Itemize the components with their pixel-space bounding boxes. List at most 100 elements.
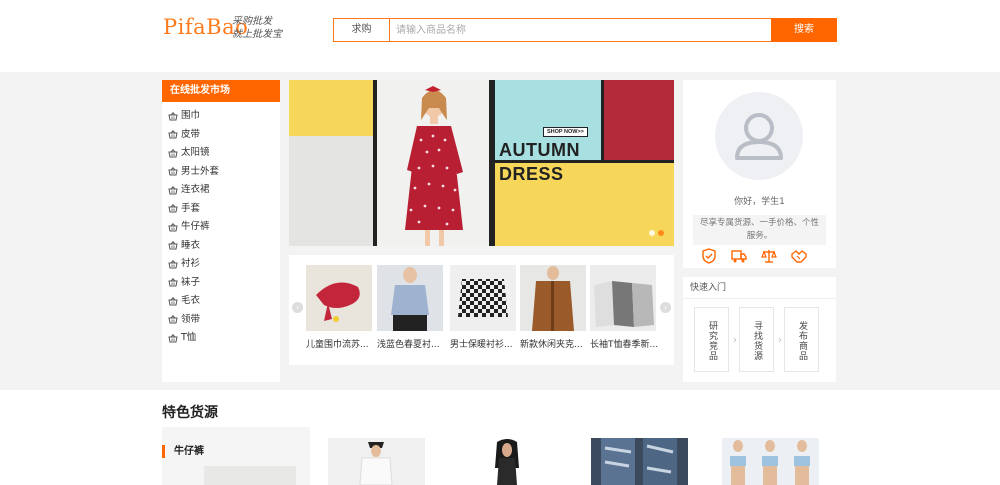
user-icon <box>735 113 783 160</box>
product-card[interactable]: 长袖T恤春季新... <box>590 265 658 350</box>
category-item[interactable]: 牛仔裤 <box>162 218 280 237</box>
basket-icon <box>168 222 178 232</box>
featured-product-image[interactable] <box>459 438 556 485</box>
category-list: 围巾皮带太阳镜男士外套连衣裙手套牛仔裤睡衣衬衫袜子毛衣领带 T恤 <box>162 102 280 348</box>
carousel-prev-button[interactable]: ‹ <box>292 302 303 313</box>
header: PifaBao 采购批发 就上批发宝 求购 搜索 <box>0 0 1000 72</box>
slogan-line-1: 采购批发 <box>232 16 272 27</box>
category-item-label: 手套 <box>181 202 201 214</box>
featured-category-tab[interactable]: 牛仔裤 <box>162 427 310 485</box>
basket-icon <box>168 315 178 324</box>
featured-title: 特色货源 <box>162 405 218 421</box>
basket-icon <box>168 259 178 269</box>
category-item[interactable]: 领带 <box>162 311 280 330</box>
banner-dot-2[interactable] <box>658 230 664 236</box>
category-item-label: 连衣裙 <box>181 184 210 195</box>
category-item[interactable]: T恤 <box>162 329 280 348</box>
category-item[interactable]: 围巾 <box>162 107 280 126</box>
quick-start-panel: 快速入门 研究竞品 › 寻找货源 › 发布商品 <box>683 277 836 382</box>
product-name: 长袖T恤春季新... <box>590 340 659 350</box>
basket-icon <box>168 185 178 195</box>
product-image <box>520 265 586 331</box>
category-item[interactable]: 衬衫 <box>162 255 280 274</box>
category-item[interactable]: 皮带 <box>162 126 280 145</box>
basket-icon <box>168 333 178 343</box>
featured-product-image[interactable] <box>328 438 425 485</box>
category-item-label: 衬衫 <box>181 258 201 269</box>
handshake-icon <box>791 250 807 263</box>
category-item-label: 毛衣 <box>181 295 201 306</box>
basket-icon <box>168 278 178 287</box>
category-item-label: 牛仔裤 <box>181 221 210 232</box>
avatar[interactable] <box>715 92 803 180</box>
category-item-label: 袜子 <box>181 276 201 288</box>
scale-icon <box>761 250 777 263</box>
carousel-next-button[interactable]: › <box>660 302 671 313</box>
basket-icon <box>168 296 178 306</box>
product-card[interactable]: 新款休闲夹克... <box>520 265 586 350</box>
service-badges <box>701 248 807 264</box>
product-card[interactable]: 浅蓝色春夏衬... <box>377 265 443 350</box>
product-name: 浅蓝色春夏衬... <box>377 340 440 350</box>
basket-icon <box>168 204 178 213</box>
category-item-label: 领带 <box>181 313 201 325</box>
category-panel-title: 在线批发市场 <box>162 80 280 102</box>
user-greeting: 你好，学生1 <box>734 197 785 207</box>
category-item-label: 男士外套 <box>181 165 220 177</box>
category-item-label: T恤 <box>181 332 197 343</box>
search-button[interactable]: 搜索 <box>771 18 837 42</box>
find-supply-button[interactable]: 寻找货源 <box>739 307 774 372</box>
search-bar: 求购 搜索 <box>333 18 837 42</box>
category-item-label: 皮带 <box>181 128 201 140</box>
banner-pagination <box>649 230 664 236</box>
category-item[interactable]: 毛衣 <box>162 292 280 311</box>
product-name: 儿童围巾流苏... <box>306 340 369 350</box>
truck-icon <box>731 250 747 263</box>
quick-start-title: 快速入门 <box>683 277 836 299</box>
model-image <box>405 86 463 246</box>
search-type-select[interactable]: 求购 <box>334 19 390 41</box>
banner-title-line-2: DRESS <box>499 164 564 184</box>
category-item[interactable]: 男士外套 <box>162 163 280 182</box>
category-item-label: 围巾 <box>181 110 201 121</box>
basket-icon <box>168 130 178 139</box>
category-item[interactable]: 袜子 <box>162 274 280 293</box>
category-item[interactable]: 太阳镜 <box>162 144 280 163</box>
product-card[interactable]: 儿童围巾流苏... <box>306 265 372 350</box>
publish-product-button[interactable]: 发布商品 <box>784 307 819 372</box>
category-item[interactable]: 连衣裙 <box>162 181 280 200</box>
product-image <box>450 265 516 331</box>
product-card[interactable]: 男士保暖衬衫... <box>450 265 516 350</box>
banner-dot-1[interactable] <box>649 230 655 236</box>
banner-title-line-1: AUTUMN <box>499 140 580 160</box>
category-item[interactable]: 睡衣 <box>162 237 280 256</box>
category-panel: 在线批发市场 围巾皮带太阳镜男士外套连衣裙手套牛仔裤睡衣衬衫袜子毛衣领带 T恤 <box>162 80 280 382</box>
shop-now-button[interactable]: SHOP NOW>> <box>543 127 588 137</box>
shield-check-icon <box>702 248 716 264</box>
product-image <box>306 265 372 331</box>
basket-icon <box>168 167 178 176</box>
search-input[interactable] <box>396 19 766 41</box>
research-competitors-button[interactable]: 研究竞品 <box>694 307 729 372</box>
chevron-right-icon: › <box>778 335 782 346</box>
featured-tab-label: 牛仔裤 <box>162 445 204 458</box>
product-name: 新款休闲夹克... <box>520 340 583 350</box>
category-item-label: 睡衣 <box>181 239 201 251</box>
category-item-label: 太阳镜 <box>181 147 210 158</box>
basket-icon <box>168 111 178 121</box>
featured-section: 特色货源 牛仔裤 <box>0 390 1000 485</box>
user-card: 你好，学生1 尽享专属货源、一手价格、个性服务。 <box>683 80 836 268</box>
basket-icon <box>168 241 178 250</box>
slogan-line-2: 就上批发宝 <box>232 29 282 40</box>
product-image <box>590 265 656 331</box>
category-item[interactable]: 手套 <box>162 200 280 219</box>
site-slogan: 采购批发 就上批发宝 <box>232 15 282 41</box>
product-image <box>377 265 443 331</box>
product-carousel: ‹ › 儿童围巾流苏... 浅蓝色春夏衬... 男士保暖衬衫... 新款休闲夹克… <box>289 255 674 365</box>
featured-product-image[interactable] <box>591 438 688 485</box>
basket-icon <box>168 148 178 158</box>
hero-banner[interactable]: SHOP NOW>> AUTUMN DRESS <box>289 80 674 246</box>
chevron-right-icon: › <box>733 335 737 346</box>
featured-product-image[interactable] <box>722 438 819 485</box>
product-name: 男士保暖衬衫... <box>450 340 513 350</box>
